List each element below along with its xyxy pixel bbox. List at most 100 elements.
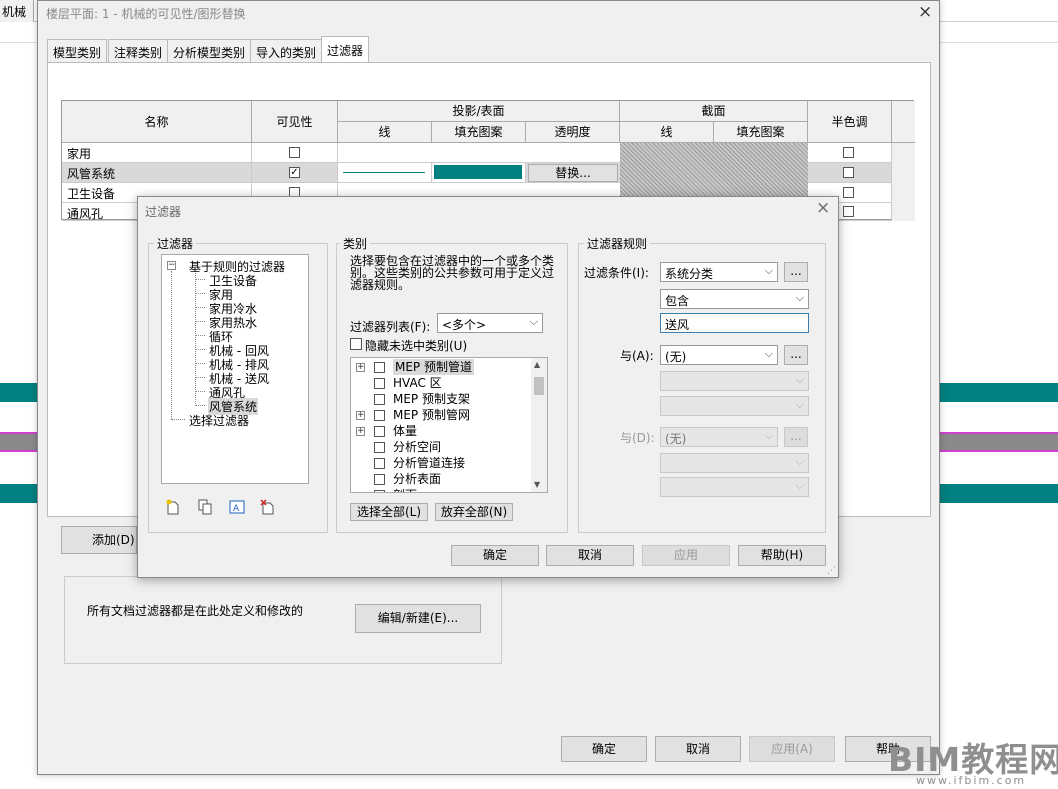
and1-more-button[interactable]: ... <box>784 345 808 365</box>
expand-icon[interactable]: + <box>356 411 365 420</box>
header-visibility[interactable]: 可见性 <box>252 101 338 143</box>
edit-new-button[interactable]: 编辑/新建(E)... <box>355 604 481 633</box>
category-item[interactable]: MEP 预制支架 <box>393 391 470 407</box>
category-checkbox[interactable] <box>374 458 385 469</box>
header-cut-fill: 填充图案 <box>714 122 808 143</box>
and2-value-select[interactable]: ⌵ <box>660 477 809 497</box>
projection-line-swatch-cell[interactable] <box>338 163 432 183</box>
expand-icon[interactable]: + <box>356 363 365 372</box>
category-checkbox[interactable] <box>374 410 385 421</box>
tree-guide <box>195 279 205 280</box>
tree-guide <box>195 349 205 350</box>
override-button[interactable]: 替换... <box>528 164 618 182</box>
and-label-1: 与(A): <box>620 349 654 363</box>
filters-help-button[interactable]: 帮助(H) <box>738 545 826 566</box>
category-item[interactable]: 分析空间 <box>393 439 441 455</box>
duplicate-filter-icon[interactable] <box>198 499 212 515</box>
tree-selection-filter[interactable]: 选择过滤器 <box>189 412 249 429</box>
apply-button[interactable]: 应用(A) <box>749 736 835 762</box>
tab-annotation-categories[interactable]: 注释类别 <box>108 39 169 62</box>
filters-tree[interactable]: − 基于规则的过滤器 卫生设备 家用 家用冷水 家用热水 循环 机械 - 回风 机械 - 排… <box>161 254 309 484</box>
rule-value-input[interactable]: 送风 <box>660 313 809 333</box>
cancel-button[interactable]: 取消 <box>655 736 741 762</box>
tree-guide <box>195 391 205 392</box>
visibility-checkbox[interactable] <box>289 147 300 158</box>
collapse-icon[interactable]: − <box>167 261 176 270</box>
and2-more-button[interactable]: ... <box>784 427 808 447</box>
category-item[interactable]: 分析表面 <box>393 471 441 487</box>
filters-ok-button[interactable]: 确定 <box>451 545 539 566</box>
categories-scrollbar[interactable]: ▲ ▼ <box>531 358 547 492</box>
expand-icon[interactable]: + <box>356 427 365 436</box>
halftone-checkbox[interactable] <box>843 147 854 158</box>
and1-select[interactable]: (无) ⌵ <box>660 345 778 365</box>
category-item[interactable]: MEP 预制管道 <box>393 359 474 375</box>
halftone-checkbox[interactable] <box>843 167 854 178</box>
and2-operator-select[interactable]: ⌵ <box>660 453 809 473</box>
ok-button[interactable]: 确定 <box>561 736 647 762</box>
scroll-up-icon[interactable]: ▲ <box>534 360 540 369</box>
category-checkbox[interactable] <box>374 378 385 389</box>
tab-filters[interactable]: 过滤器 <box>321 36 370 63</box>
tab-analytical-categories[interactable]: 分析模型类别 <box>167 39 252 62</box>
and1-value-select[interactable]: ⌵ <box>660 396 809 416</box>
add-filter-button[interactable]: 添加(D) <box>61 526 137 554</box>
category-checkbox[interactable] <box>374 394 385 405</box>
category-item[interactable]: HVAC 区 <box>393 375 442 391</box>
filters-dialog-title: 过滤器 <box>145 205 182 219</box>
tree-guide <box>195 293 205 294</box>
table-scroll-gutter <box>892 143 915 221</box>
header-name[interactable]: 名称 <box>62 101 252 143</box>
dialog-title: 楼层平面: 1 - 机械的可见性/图形替换 <box>46 7 246 21</box>
row-name[interactable]: 风管系统 <box>62 163 252 183</box>
delete-filter-icon[interactable] <box>260 499 274 515</box>
operator-select[interactable]: 包含 ⌵ <box>660 289 809 309</box>
tree-guide <box>171 271 172 419</box>
scroll-down-icon[interactable]: ▼ <box>534 480 540 489</box>
tab-imported-categories[interactable]: 导入的类别 <box>250 39 323 62</box>
info-panel: 所有文档过滤器都是在此处定义和修改的 编辑/新建(E)... <box>64 576 502 664</box>
row-name[interactable]: 家用 <box>62 143 252 163</box>
row-halftone-cell <box>808 143 892 163</box>
category-checkbox[interactable] <box>374 426 385 437</box>
tab-model-categories[interactable]: 模型类别 <box>47 39 108 62</box>
select-all-button[interactable]: 选择全部(L) <box>350 503 428 521</box>
category-item[interactable]: 体量 <box>393 423 417 439</box>
projection-fill-swatch-cell[interactable] <box>432 163 526 183</box>
and2-select[interactable]: (无) ⌵ <box>660 427 778 447</box>
header-projection: 投影/表面 <box>338 101 620 122</box>
visibility-checkbox-checked[interactable]: ✓ <box>289 167 300 178</box>
filter-by-more-button[interactable]: ... <box>784 262 808 282</box>
filter-by-select[interactable]: 系统分类 ⌵ <box>660 262 778 282</box>
category-item[interactable]: 分析管道连接 <box>393 455 465 471</box>
category-checkbox[interactable] <box>374 474 385 485</box>
deselect-all-button[interactable]: 放弃全部(N) <box>435 503 513 521</box>
chevron-down-icon: ⌵ <box>764 429 773 442</box>
close-icon[interactable]: × <box>918 2 932 22</box>
resize-grip-icon[interactable]: ⋰ <box>827 566 836 576</box>
new-filter-icon[interactable] <box>166 499 180 515</box>
scroll-thumb[interactable] <box>534 377 544 395</box>
halftone-checkbox[interactable] <box>843 206 854 217</box>
filters-cancel-button[interactable]: 取消 <box>546 545 634 566</box>
hide-unchecked-checkbox[interactable] <box>350 338 362 350</box>
chevron-down-icon: ⌵ <box>795 291 804 304</box>
background-tab[interactable]: 机械 <box>0 0 34 22</box>
filters-apply-button[interactable]: 应用 <box>642 545 730 566</box>
and-label-2: 与(D): <box>620 431 655 445</box>
close-icon[interactable]: × <box>816 198 830 218</box>
category-item[interactable]: 剖面 <box>393 487 417 492</box>
and1-operator-select[interactable]: ⌵ <box>660 371 809 391</box>
category-checkbox[interactable] <box>374 490 385 492</box>
category-item[interactable]: MEP 预制管网 <box>393 407 470 423</box>
categories-list[interactable]: + MEP 预制管道 HVAC 区 MEP 预制支架 + MEP 预制管网 + 体量 分析空间分… <box>350 357 548 493</box>
chevron-down-icon: ⌵ <box>795 398 804 411</box>
rename-filter-icon[interactable]: A <box>229 499 245 515</box>
svg-text:A: A <box>233 504 240 514</box>
category-checkbox[interactable] <box>374 362 385 373</box>
categories-group-label: 类别 <box>340 235 371 252</box>
halftone-checkbox[interactable] <box>843 187 854 198</box>
filter-list-select[interactable]: <多个> ⌵ <box>437 313 543 333</box>
category-checkbox[interactable] <box>374 442 385 453</box>
info-text: 所有文档过滤器都是在此处定义和修改的 <box>87 604 304 618</box>
